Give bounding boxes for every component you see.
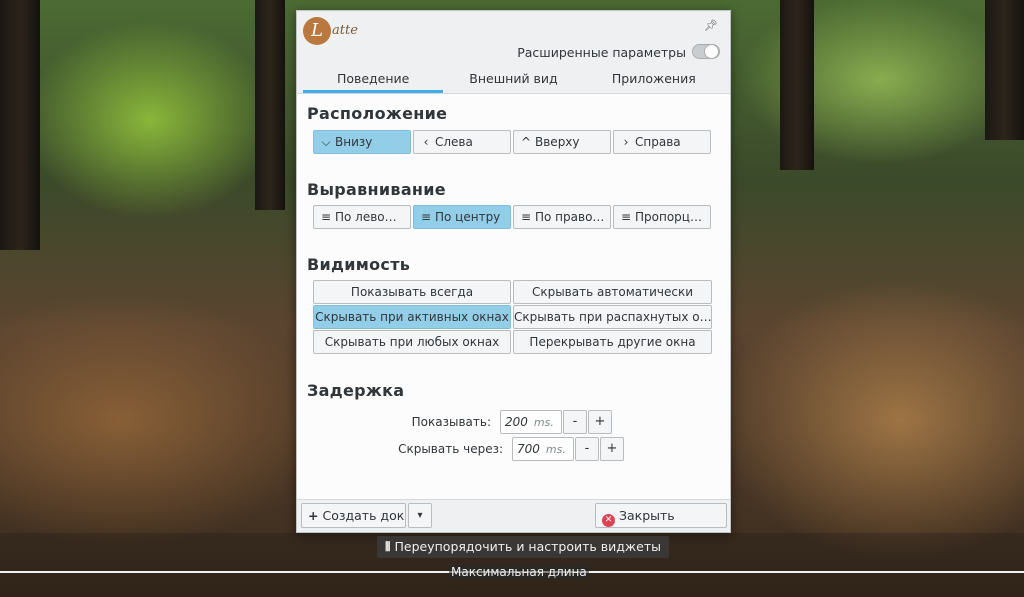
delay-title: Задержка bbox=[307, 381, 405, 400]
create-dock-label: Создать док bbox=[322, 508, 405, 523]
hide-delay-unit: ms. bbox=[545, 443, 566, 456]
location-left-button[interactable]: ‹ Слева bbox=[413, 130, 511, 154]
tab-behavior[interactable]: Поведение bbox=[303, 69, 444, 93]
show-delay-minus-button[interactable]: - bbox=[563, 410, 587, 434]
show-delay-input[interactable]: 200 ms. bbox=[500, 410, 562, 434]
tab-applications[interactable]: Приложения bbox=[584, 69, 724, 93]
pin-icon[interactable]: 📌︎ bbox=[704, 19, 718, 32]
chevron-down-icon: ⌵ bbox=[321, 135, 331, 149]
behavior-page: Расположение ⌵ Внизу ‹ Слева ^ Вверху › Спра… bbox=[297, 93, 730, 500]
align-left-label: По лево… bbox=[335, 210, 397, 224]
alignment-title: Выравнивание bbox=[307, 180, 446, 199]
location-right-button[interactable]: › Справа bbox=[613, 130, 711, 154]
show-delay-label: Показывать: bbox=[411, 415, 491, 429]
advanced-settings-toggle[interactable] bbox=[692, 44, 720, 59]
hide-delay-value: 700 bbox=[517, 442, 540, 456]
align-right-button[interactable]: ≡ По право… bbox=[513, 205, 611, 229]
latte-logo-text: atte bbox=[332, 23, 358, 38]
close-button[interactable]: ✕ Закрыть bbox=[595, 503, 727, 528]
align-justify-icon: ≡ bbox=[620, 210, 632, 224]
wallpaper-trunk bbox=[985, 0, 1024, 140]
wallpaper-trunk bbox=[255, 0, 285, 210]
visibility-always-button[interactable]: Показывать всегда bbox=[313, 280, 511, 304]
align-justify-label: Пропорц… bbox=[635, 210, 702, 224]
align-left-icon: ≡ bbox=[320, 210, 332, 224]
chevron-right-icon: › bbox=[623, 135, 629, 149]
location-left-label: Слева bbox=[435, 135, 473, 149]
plus-icon: + bbox=[308, 508, 319, 523]
visibility-any-windows-button[interactable]: Скрывать при любых окнах bbox=[313, 330, 511, 354]
tab-bar: Поведение Внешний вид Приложения bbox=[303, 69, 724, 93]
rearrange-widgets-label: Переупорядочить и настроить виджеты bbox=[394, 539, 661, 554]
wallpaper-trunk bbox=[0, 0, 40, 250]
create-dock-button[interactable]: + Создать док bbox=[301, 503, 406, 528]
location-right-label: Справа bbox=[635, 135, 681, 149]
location-bottom-label: Внизу bbox=[335, 135, 373, 149]
hide-delay-plus-button[interactable]: + bbox=[600, 437, 624, 461]
align-center-button[interactable]: ≡ По центру bbox=[413, 205, 511, 229]
align-left-button[interactable]: ≡ По лево… bbox=[313, 205, 411, 229]
chevron-up-icon: ^ bbox=[520, 135, 532, 149]
wallpaper-trunk bbox=[780, 0, 814, 170]
show-delay-plus-button[interactable]: + bbox=[588, 410, 612, 434]
location-top-button[interactable]: ^ Вверху bbox=[513, 130, 611, 154]
max-length-label: Максимальная длина bbox=[449, 564, 589, 580]
align-justify-button[interactable]: ≡ Пропорц… bbox=[613, 205, 711, 229]
align-right-label: По право… bbox=[535, 210, 605, 224]
location-top-label: Вверху bbox=[535, 135, 580, 149]
visibility-maximized-windows-button[interactable]: Скрывать при распахнутых о… bbox=[513, 305, 712, 329]
chevron-left-icon: ‹ bbox=[423, 135, 429, 149]
close-icon: ✕ bbox=[602, 514, 615, 527]
hide-delay-label: Скрывать через: bbox=[398, 442, 503, 456]
align-center-label: По центру bbox=[435, 210, 501, 224]
latte-logo: L bbox=[303, 17, 331, 45]
show-delay-value: 200 bbox=[505, 415, 528, 429]
location-bottom-button[interactable]: ⌵ Внизу bbox=[313, 130, 411, 154]
window-footer: + Создать док ▾ ✕ Закрыть bbox=[297, 498, 730, 534]
toggle-knob bbox=[704, 44, 719, 59]
create-dock-dropdown-button[interactable]: ▾ bbox=[408, 503, 432, 528]
window-header: L atte 📌︎ Расширенные параметры Поведени… bbox=[297, 11, 730, 93]
latte-settings-window: L atte 📌︎ Расширенные параметры Поведени… bbox=[296, 10, 731, 533]
widgets-icon: ⦀ bbox=[385, 539, 391, 554]
visibility-title: Видимость bbox=[307, 255, 411, 274]
advanced-settings-label: Расширенные параметры bbox=[517, 45, 686, 60]
visibility-autohide-button[interactable]: Скрывать автоматически bbox=[513, 280, 712, 304]
rearrange-widgets-button[interactable]: ⦀ Переупорядочить и настроить виджеты bbox=[377, 536, 669, 558]
location-title: Расположение bbox=[307, 104, 448, 123]
show-delay-unit: ms. bbox=[533, 416, 554, 429]
align-right-icon: ≡ bbox=[520, 210, 532, 224]
close-label: Закрыть bbox=[619, 508, 675, 523]
visibility-active-windows-button[interactable]: Скрывать при активных окнах bbox=[313, 305, 511, 329]
tab-appearance[interactable]: Внешний вид bbox=[443, 69, 583, 93]
chevron-down-icon: ▾ bbox=[417, 510, 423, 521]
hide-delay-minus-button[interactable]: - bbox=[575, 437, 599, 461]
align-center-icon: ≡ bbox=[420, 210, 432, 224]
visibility-overlap-button[interactable]: Перекрывать другие окна bbox=[513, 330, 712, 354]
hide-delay-input[interactable]: 700 ms. bbox=[512, 437, 574, 461]
